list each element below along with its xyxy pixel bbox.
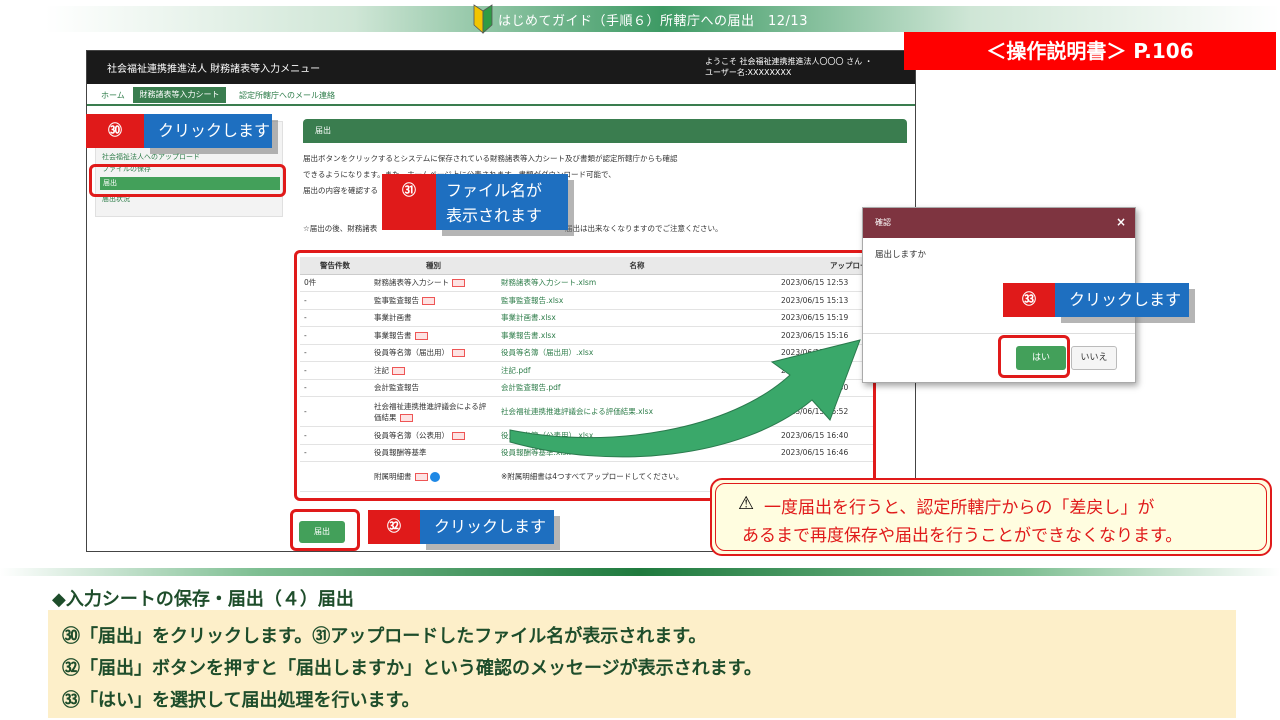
highlight-sidebar-submit: [89, 164, 286, 197]
warning-line: 一度届出を行うと、認定所轄庁からの「差戻し」が: [764, 498, 1155, 518]
nav-input-sheet[interactable]: 財務諸表等入力シート: [133, 87, 226, 103]
app-title: 社会福祉連携推進法人 財務諸表等入力メニュー: [107, 64, 321, 75]
bottom-divider: [0, 568, 1280, 576]
callout-32: ㉜ クリックします: [368, 510, 554, 544]
note-line: ㉚「届出」をクリックします。㉛アップロードしたファイル名が表示されます。: [62, 626, 707, 647]
nav-bar: ホーム 財務諸表等入力シート 認定所轄庁へのメール連絡: [87, 84, 915, 106]
warning-icon: ⚠: [738, 493, 755, 514]
manual-reference: ＜操作説明書＞ P.106: [904, 32, 1276, 70]
highlight-submit-button: [290, 509, 360, 551]
dialog-divider: [863, 333, 1135, 334]
dialog-title: 確認: [875, 218, 891, 227]
warning-box: ⚠ 一度届出を行うと、認定所轄庁からの「差戻し」が あるまで再度保存や届出を行う…: [710, 478, 1272, 556]
username-line: ユーザー名:XXXXXXXX: [705, 68, 792, 77]
arrow-icon: [509, 339, 861, 458]
callout-33: ㉝ クリックします: [1003, 283, 1189, 317]
description-line: 届出ボタンをクリックするとシステムに保存されている財務諸表等入力シート及び書類が…: [303, 154, 678, 163]
section-title: ◆入力シートの保存・届出（４）届出: [52, 589, 354, 610]
warning-inner: ⚠ 一度届出を行うと、認定所轄庁からの「差戻し」が あるまで再度保存や届出を行う…: [715, 483, 1267, 551]
banner-title: はじめてガイド（手順６）所轄庁への届出 12/13: [498, 14, 808, 29]
callout-text: 表示されます: [446, 206, 543, 225]
highlight-yes-button: [998, 335, 1070, 378]
welcome-text: ようこそ 社会福祉連携推進法人〇〇〇 さん ・ ユーザー名:XXXXXXXX: [705, 56, 905, 78]
callout-number: ㉜: [368, 510, 420, 544]
app-header: 社会福祉連携推進法人 財務諸表等入力メニュー ようこそ 社会福祉連携推進法人〇〇…: [87, 51, 915, 84]
description-line: 届出の内容を確認する: [303, 186, 378, 195]
sidebar-item-upload[interactable]: 社会福祉法人へのアップロード: [102, 152, 200, 162]
beginner-mark-icon: [473, 4, 493, 34]
dialog-message: 届出しますか: [875, 250, 927, 260]
welcome-line: ようこそ 社会福祉連携推進法人〇〇〇 さん ・: [705, 57, 873, 66]
description-line: 届出は出来なくなりますのでご注意ください。: [565, 224, 723, 233]
callout-30: ㉚ クリックします: [86, 114, 272, 148]
warning-line: あるまで再度保存や届出を行うことができなくなります。: [742, 526, 1183, 546]
no-button[interactable]: いいえ: [1071, 346, 1117, 370]
panel-header: 届出: [303, 119, 907, 143]
description-line: ☆届出の後、財務諸表: [303, 224, 378, 233]
callout-text-box: ファイル名が 表示されます: [436, 174, 568, 230]
note-line: ㉝「はい」を選択して届出処理を行います。: [62, 690, 420, 711]
notes-box: ㉚「届出」をクリックします。㉛アップロードしたファイル名が表示されます。 ㉜「届…: [48, 610, 1236, 718]
callout-31: ㉛ ファイル名が 表示されます: [382, 174, 568, 230]
nav-mail[interactable]: 認定所轄庁へのメール連絡: [239, 90, 335, 101]
note-line: ㉜「届出」ボタンを押すと「届出しますか」という確認のメッセージが表示されます。: [62, 658, 762, 679]
callout-number: ㉛: [382, 174, 436, 230]
callout-text: クリックします: [1055, 283, 1189, 317]
callout-text: クリックします: [420, 510, 554, 544]
callout-text: クリックします: [144, 114, 272, 148]
callout-number: ㉝: [1003, 283, 1055, 317]
nav-home[interactable]: ホーム: [101, 90, 125, 101]
dialog-header: 確認 ×: [863, 208, 1135, 238]
callout-number: ㉚: [86, 114, 144, 148]
callout-text: ファイル名が: [446, 181, 543, 200]
close-icon[interactable]: ×: [1116, 215, 1126, 229]
